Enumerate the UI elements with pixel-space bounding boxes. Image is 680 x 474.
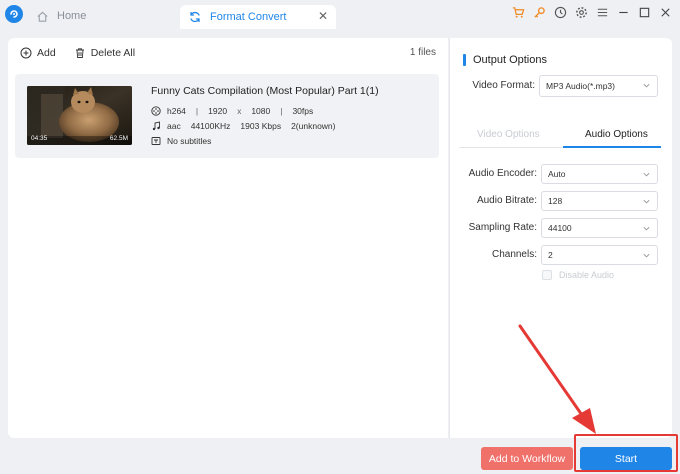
disable-audio-row: Disable Audio [542, 270, 614, 280]
tab-home-label: Home [57, 10, 87, 22]
channels-label: Channels: [491, 249, 537, 260]
close-tab-icon[interactable]: ✕ [317, 10, 329, 22]
disable-audio-checkbox[interactable] [542, 270, 552, 280]
key-icon[interactable] [533, 6, 546, 19]
channels-select[interactable]: 2 [541, 245, 658, 265]
home-icon [37, 11, 48, 22]
disable-audio-label: Disable Audio [559, 270, 615, 280]
cart-icon[interactable] [512, 6, 525, 19]
tab-video-options[interactable]: Video Options [477, 129, 540, 140]
sampling-rate-row: Sampling Rate: 44100 [450, 218, 673, 238]
audio-sample-rate: 44100KHz [190, 121, 231, 131]
chevron-down-icon [643, 83, 650, 88]
audio-codec: aac [167, 121, 181, 131]
file-title: Funny Cats Compilation (Most Popular) Pa… [151, 85, 379, 97]
tab-format-convert[interactable]: Format Convert ✕ [180, 5, 336, 29]
file-toolbar: Add Delete All 1 files [8, 38, 448, 68]
output-options-panel: Output Options Video Format: MP3 Audio(*… [449, 38, 672, 438]
start-button[interactable]: Start [580, 447, 672, 470]
tab-audio-options[interactable]: Audio Options [585, 129, 648, 140]
audio-meta-row: aac 44100KHz 1903 Kbps 2(unknown) [151, 119, 336, 133]
resolution-separator: x [237, 106, 242, 116]
file-item[interactable]: 04:35 62.5M Funny Cats Compilation (Most… [15, 74, 439, 158]
add-button-label: Add [37, 47, 56, 59]
audio-encoder-label: Audio Encoder: [468, 168, 537, 179]
tab-home[interactable]: Home [30, 5, 92, 27]
chevron-down-icon [643, 253, 650, 258]
audio-bitrate: 1903 Kbps [240, 121, 282, 131]
delete-all-label: Delete All [90, 47, 136, 59]
app-logo-icon [5, 5, 23, 23]
subtitle-meta-row: No subtitles [151, 134, 211, 148]
file-list-panel: Add Delete All 1 files 04:35 62.5M Funny… [8, 38, 448, 438]
output-options-title: Output Options [463, 54, 547, 66]
tab-format-convert-label: Format Convert [210, 11, 287, 23]
video-format-select[interactable]: MP3 Audio(*.mp3) [539, 75, 658, 97]
chevron-down-icon [643, 199, 650, 204]
add-circle-icon [20, 47, 32, 59]
audio-bitrate-select[interactable]: 128 [541, 191, 658, 211]
active-tab-underline [563, 146, 661, 148]
convert-icon [190, 11, 200, 23]
video-codec: h264 [167, 106, 186, 116]
video-fps: 30fps [292, 106, 314, 116]
film-reel-icon [151, 106, 161, 116]
maximize-icon[interactable] [638, 6, 651, 19]
options-tabs: Video Options Audio Options [459, 124, 661, 148]
sampling-rate-select[interactable]: 44100 [541, 218, 658, 238]
trash-icon [75, 48, 84, 58]
video-format-row: Video Format: MP3 Audio(*.mp3) [450, 75, 673, 97]
video-meta-row: h264 | 1920 x 1080 | 30fps [151, 104, 313, 118]
clock-icon[interactable] [554, 6, 567, 19]
video-format-label: Video Format: [472, 80, 535, 91]
file-count: 1 files [409, 47, 436, 58]
menu-icon[interactable] [596, 6, 609, 19]
add-to-workflow-button[interactable]: Add to Workflow [481, 447, 573, 470]
video-width: 1920 [208, 106, 228, 116]
gear-icon[interactable] [575, 6, 588, 19]
close-window-icon[interactable] [659, 6, 672, 19]
video-thumbnail[interactable]: 04:35 62.5M [27, 86, 132, 145]
window-controls [512, 6, 672, 19]
chevron-down-icon [643, 226, 650, 231]
chevron-down-icon [643, 172, 650, 177]
subtitle-icon [151, 137, 161, 145]
subtitle-status: No subtitles [167, 136, 212, 146]
add-button[interactable]: Add [20, 47, 56, 59]
audio-bitrate-row: Audio Bitrate: 128 [450, 191, 673, 211]
audio-encoder-row: Audio Encoder: Auto [450, 164, 673, 184]
minimize-icon[interactable] [617, 6, 630, 19]
audio-channels: 2(unknown) [291, 121, 336, 131]
channels-row: Channels: 2 [450, 245, 673, 265]
audio-bitrate-label: Audio Bitrate: [476, 195, 537, 206]
video-duration: 04:35 [31, 135, 48, 142]
audio-encoder-select[interactable]: Auto [541, 164, 658, 184]
video-height: 1080 [251, 106, 271, 116]
music-note-icon [152, 121, 160, 131]
title-bar: Home Format Convert ✕ [0, 0, 680, 32]
video-size: 62.5M [109, 135, 128, 142]
sampling-rate-label: Sampling Rate: [468, 222, 537, 233]
delete-all-button[interactable]: Delete All [74, 47, 135, 59]
